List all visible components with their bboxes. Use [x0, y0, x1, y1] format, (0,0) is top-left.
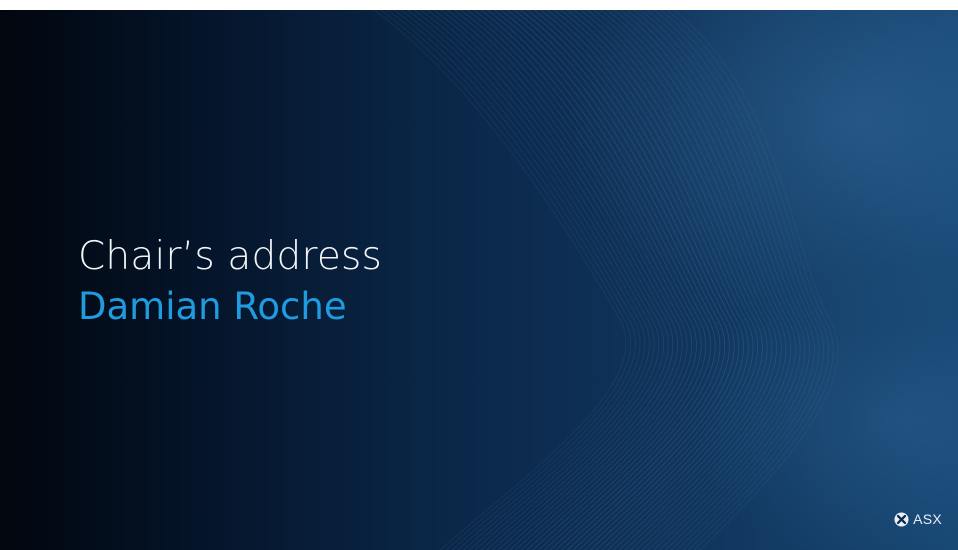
wave-line [413, 0, 664, 550]
wave-line [366, 0, 632, 550]
speaker-name: Damian Roche [78, 285, 347, 328]
wave-line [526, 0, 744, 550]
wave-line [533, 0, 749, 550]
wave-line [546, 0, 759, 550]
title-slide: Chair’s address Damian Roche ASX [0, 0, 958, 550]
wave-line [433, 0, 679, 550]
wave-line [399, 0, 655, 550]
top-border [0, 0, 958, 10]
asx-logo-icon [894, 512, 909, 527]
slide-title: Chair’s address [78, 234, 383, 279]
brand-name: ASX [913, 511, 942, 527]
title-block: Chair’s address Damian Roche [78, 232, 382, 332]
wave-line [386, 0, 646, 550]
wave-line [419, 0, 669, 550]
wave-line [439, 0, 683, 550]
wave-line [406, 0, 660, 550]
brand-logo: ASX [894, 512, 942, 527]
